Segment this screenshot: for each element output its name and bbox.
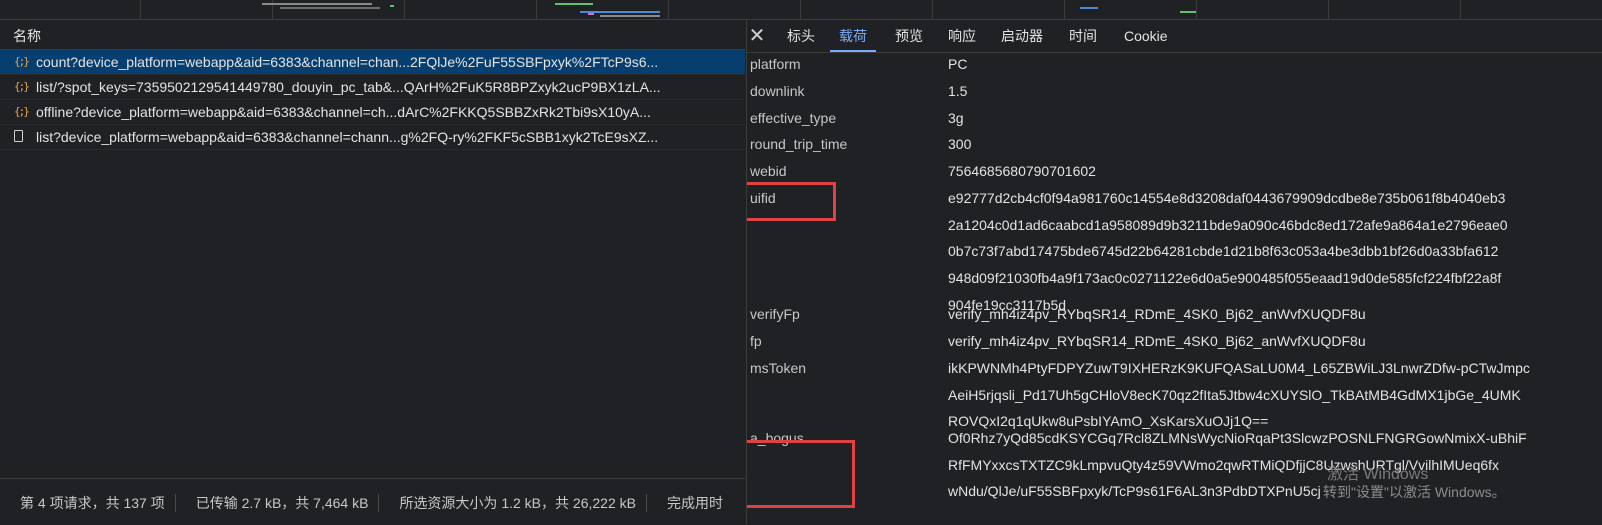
request-name: count?device_platform=webapp&aid=6383&ch… [36,54,659,70]
network-status-bar: 第 4 项请求，共 137 项已传输 2.7 kB，共 7,464 kB 所选资源… [0,478,745,525]
timeline-bar [588,13,594,15]
param-key: verifyFp [750,306,800,322]
xhr-icon: {;} [14,80,30,93]
param-key: effective_type [750,110,837,126]
status-request-count: 第 4 项请求，共 137 项 [0,494,176,513]
timeline-gridline [1328,0,1329,19]
timeline-gridline [404,0,405,19]
param-key: platform [750,56,801,72]
request-row-selected[interactable]: {;} count?device_platform=webapp&aid=638… [0,50,745,75]
request-rows: {;} count?device_platform=webapp&aid=638… [0,50,745,150]
param-value-line: 948d09f21030fb4a9f173ac0c0271122e6d0a5e9… [948,270,1502,287]
param-value: 3g [948,110,964,126]
activation-watermark-text: 转到"设置"以激活 Windows。 [1323,484,1506,500]
close-icon[interactable]: ✕ [747,24,767,46]
param-value-line: RfFMYxxcsTXTZC9kLmpvuQty4z59VWmo2qwRTMiQ… [948,456,1500,473]
param-value: 1.5 [948,83,968,99]
activation-watermark-title: 激活 Windows [1327,466,1429,483]
request-name: list/?spot_keys=7359502129541449780_douy… [36,79,661,95]
timeline-bar [1180,11,1196,13]
param-value: verify_mh4iz4pv_RYbqSR14_RDmE_4SK0_Bj62_… [948,306,1366,322]
timeline-bar [262,3,372,5]
param-value-line: 2a1204c0d1ad6caabcd1a958089d9b3211bde9a0… [948,216,1508,233]
request-row[interactable]: {;} offline?device_platform=webapp&aid=6… [0,100,745,125]
request-list-panel: 名称 {;} count?device_platform=webapp&aid=… [0,20,745,525]
param-value-line: ikKPWNMh4PtyFDPYZuwT9IXHERzK9KUFQASaLU0M… [948,360,1530,376]
param-value: verify_mh4iz4pv_RYbqSR14_RDmE_4SK0_Bj62_… [948,333,1366,349]
overview-timeline[interactable] [0,0,1602,20]
tab-cookie[interactable]: Cookie [1115,20,1177,52]
status-finish: 完成用时 [666,495,723,512]
param-key: downlink [750,83,805,99]
column-header-label: 名称 [13,28,41,44]
param-value-line: AeiH5rjqsli_Pd17Uh5gCHloV8ecK70qz2fIta5J… [948,386,1521,403]
details-tabbar: ✕ 标头 载荷 预览 响应 启动器 时间 Cookie [747,20,1602,53]
tab-headers[interactable]: 标头 [778,20,824,52]
request-name: list?device_platform=webapp&aid=6383&cha… [36,129,659,145]
timeline-gridline [1064,0,1065,19]
name-column-header[interactable]: 名称 [0,20,745,50]
param-value-line: e92777d2cb4cf0f94a981760c14554e8d3208daf… [948,190,1506,206]
document-icon [14,130,23,142]
timeline-gridline [1196,0,1197,19]
tab-payload[interactable]: 载荷 [830,20,876,52]
param-key: round_trip_time [750,136,848,152]
request-row[interactable]: list?device_platform=webapp&aid=6383&cha… [0,125,745,150]
timeline-gridline [1460,0,1461,19]
param-value-line: 0b7c73f7abd17475bde6745d22b64281cbde1d21… [948,243,1499,260]
timeline-bar [390,5,394,7]
a-bogus-highlight-box [747,440,855,508]
timeline-gridline [800,0,801,19]
tab-initiator[interactable]: 启动器 [992,20,1052,52]
timeline-gridline [536,0,537,19]
xhr-icon: {;} [14,55,30,68]
param-value: PC [948,56,968,72]
timeline-bar [1080,7,1098,9]
param-value: 300 [948,136,972,152]
status-resources: 所选资源大小为 1.2 kB，共 26,222 kB [379,494,647,513]
timeline-gridline [932,0,933,19]
xhr-icon: {;} [14,105,30,118]
param-value: e92777d2cb4cf0f94a981760c14554e8d3208daf… [948,185,1602,319]
param-key: fp [750,333,762,349]
timeline-bar [600,15,660,17]
param-value: ikKPWNMh4PtyFDPYZuwT9IXHERzK9KUFQASaLU0M… [948,355,1602,435]
param-key: msToken [750,360,807,376]
request-name: offline?device_platform=webapp&aid=6383&… [36,104,651,120]
tab-preview[interactable]: 预览 [886,20,932,52]
param-key: webid [750,163,787,179]
request-details-panel: ✕ 标头 载荷 预览 响应 启动器 时间 Cookie platform PC … [746,20,1602,524]
timeline-gridline [668,0,669,19]
tab-timing[interactable]: 时间 [1060,20,1106,52]
tab-response[interactable]: 响应 [939,20,985,52]
timeline-gridline [140,0,141,19]
timeline-bar [555,3,593,5]
timeline-bar [280,7,380,9]
request-row[interactable]: {;} list/?spot_keys=7359502129541449780_… [0,75,745,100]
param-value: 7564685680790701602 [948,163,1096,179]
status-transferred: 已传输 2.7 kB，共 7,464 kB [176,494,380,513]
param-value-line: Of0Rhz7yQd85cdKSYCGq7Rcl8ZLMNsWycNioRqaP… [948,430,1527,446]
uifid-highlight-box [747,182,836,221]
